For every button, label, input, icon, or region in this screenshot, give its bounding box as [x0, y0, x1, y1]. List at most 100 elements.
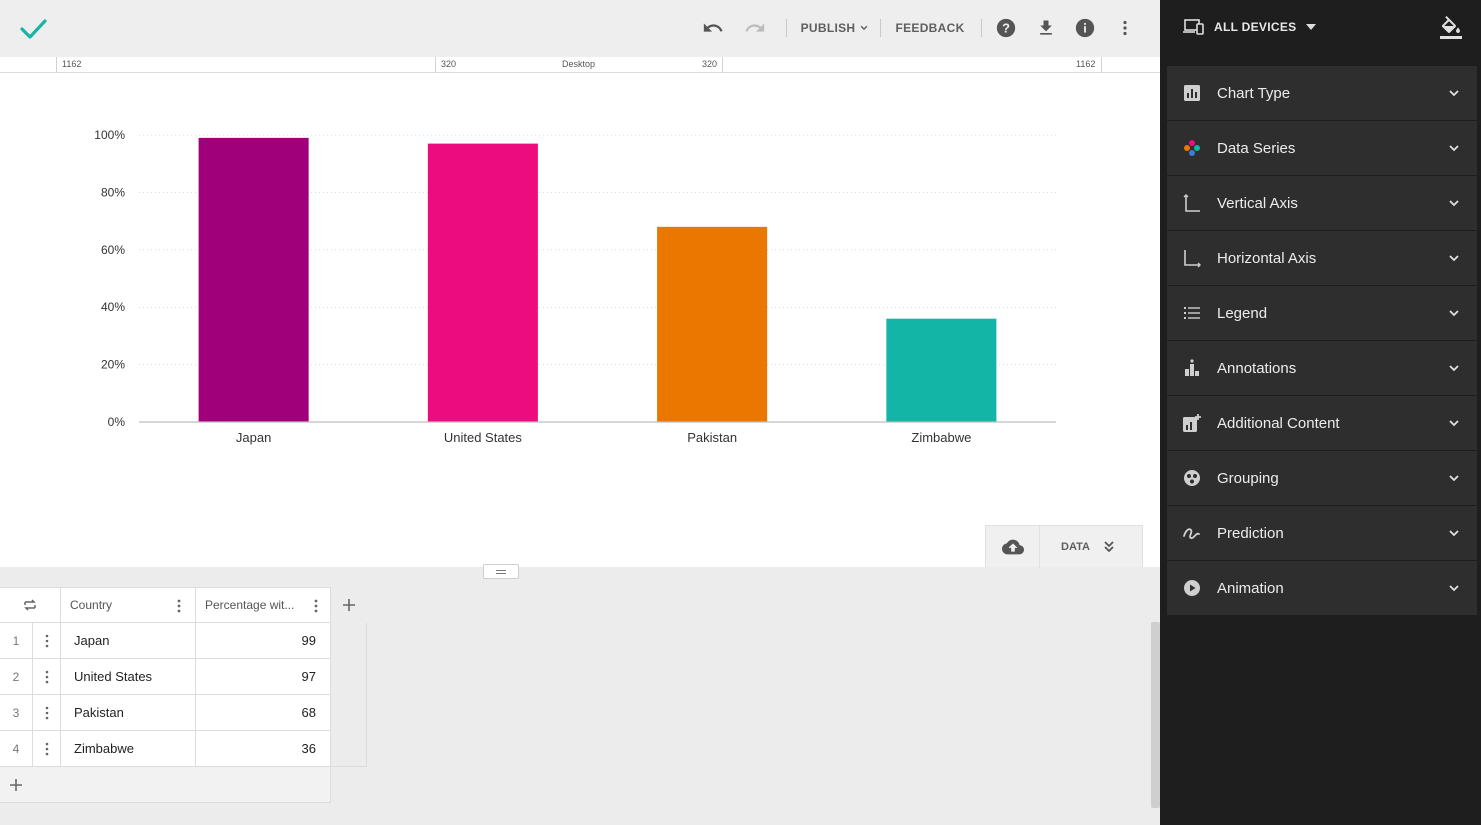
x-tick-label: Pakistan [687, 430, 737, 445]
x-tick-label: Japan [236, 430, 271, 445]
add-row-button[interactable] [8, 777, 24, 793]
plus-icon [10, 779, 22, 791]
panel-additional-content[interactable]: Additional Content [1167, 396, 1477, 451]
swap-rows-columns-button[interactable] [0, 587, 61, 623]
cell-value[interactable]: 36 [196, 731, 331, 767]
panel-label: Animation [1217, 579, 1284, 597]
undo-button[interactable] [700, 14, 726, 42]
help-button[interactable]: ? [994, 14, 1018, 42]
ruler-label: 320 [702, 59, 718, 69]
chevron-down-icon [1449, 200, 1459, 207]
bar [427, 143, 538, 423]
row-menu-button[interactable] [33, 659, 61, 695]
row-menu-button[interactable] [33, 731, 61, 767]
column-header-percentage[interactable]: Percentage wit... [196, 587, 331, 623]
play-circle-icon [1181, 577, 1203, 599]
download-icon [1040, 20, 1052, 35]
panel-chart-type[interactable]: Chart Type [1167, 66, 1477, 121]
top-toolbar: PUBLISH FEEDBACK ? [0, 0, 1160, 57]
download-button[interactable] [1034, 14, 1058, 42]
y-tick-label: 20% [101, 358, 125, 372]
additional-content-icon [1181, 412, 1203, 434]
settings-sidebar: ALL DEVICES Chart Type Data Series Verti… [1160, 0, 1481, 825]
publish-label: PUBLISH [800, 21, 856, 35]
x-tick-label: Zimbabwe [911, 430, 971, 445]
y-tick-label: 100% [94, 128, 125, 142]
sidebar-header: ALL DEVICES [1160, 0, 1481, 57]
settings-panels: Chart Type Data Series Vertical Axis Hor… [1167, 66, 1477, 616]
caret-down-icon [1306, 24, 1317, 30]
y-tick-label: 0% [108, 415, 126, 429]
panel-legend[interactable]: Legend [1167, 286, 1477, 341]
row-menu-button[interactable] [33, 623, 61, 659]
legend-icon [1181, 302, 1203, 324]
svg-text:?: ? [1002, 21, 1010, 36]
panel-animation[interactable]: Animation [1167, 561, 1477, 616]
cell-country[interactable]: Pakistan [61, 695, 196, 731]
column-menu-icon[interactable] [175, 598, 183, 614]
y-tick-label: 60% [101, 243, 125, 257]
chevron-down-icon [1449, 90, 1459, 97]
undo-icon [703, 23, 723, 32]
feedback-button[interactable]: FEEDBACK [895, 14, 964, 42]
cell-country[interactable]: Zimbabwe [61, 731, 196, 767]
device-selector-label: ALL DEVICES [1214, 20, 1297, 34]
panel-label: Grouping [1217, 469, 1279, 487]
add-column-button[interactable] [331, 587, 367, 623]
row-number: 2 [0, 659, 33, 695]
panel-resize-handle[interactable] [483, 564, 519, 579]
bar-chart: 0% 20% 40% 60% 80% 100% Japan United States Paki… [94, 128, 1056, 445]
double-chevron-down-icon[interactable] [1102, 539, 1116, 555]
device-selector[interactable]: ALL DEVICES [1182, 18, 1317, 36]
info-button[interactable] [1073, 14, 1097, 42]
cell-value[interactable]: 68 [196, 695, 331, 731]
redo-button[interactable] [742, 14, 768, 42]
cell-value[interactable]: 97 [196, 659, 331, 695]
add-row-bar [0, 767, 331, 803]
chevron-down-icon [860, 25, 868, 31]
toolbar-divider [981, 19, 982, 37]
ruler-tick [435, 57, 436, 73]
toolbar-divider [786, 19, 787, 37]
panel-grouping[interactable]: Grouping [1167, 451, 1477, 506]
chevron-down-icon [1449, 365, 1459, 372]
panel-data-series[interactable]: Data Series [1167, 121, 1477, 176]
y-tick-label: 40% [101, 300, 125, 314]
row-number: 1 [0, 623, 33, 659]
row-menu-button[interactable] [33, 695, 61, 731]
row-menu-icon [45, 742, 48, 755]
column-header-label: Country [70, 598, 113, 612]
ruler-device-label: Desktop [562, 59, 596, 69]
devices-icon [1183, 19, 1204, 35]
cell-country[interactable]: United States [61, 659, 196, 695]
plus-icon [343, 599, 355, 611]
row-menu-icon [45, 670, 48, 683]
column-header-country[interactable]: Country [61, 587, 196, 623]
device-ruler: 1162 320 Desktop 320 1162 [0, 57, 1160, 73]
upload-data-button[interactable] [986, 526, 1040, 568]
panel-label: Prediction [1217, 524, 1284, 542]
empty-column-area [331, 623, 367, 767]
panel-horizontal-axis[interactable]: Horizontal Axis [1167, 231, 1477, 286]
cell-country[interactable]: Japan [61, 623, 196, 659]
row-menu-icon [45, 706, 48, 719]
row-number: 3 [0, 695, 33, 731]
cell-value[interactable]: 99 [196, 623, 331, 659]
column-menu-icon[interactable] [312, 598, 320, 614]
panel-label: Horizontal Axis [1217, 249, 1317, 267]
paint-bucket-icon[interactable] [1439, 16, 1463, 40]
panel-label: Chart Type [1217, 84, 1291, 102]
more-options-button[interactable] [1115, 14, 1135, 42]
prediction-icon [1181, 522, 1203, 544]
panel-annotations[interactable]: Annotations [1167, 341, 1477, 396]
table-scrollbar[interactable] [1151, 622, 1160, 808]
panel-prediction[interactable]: Prediction [1167, 506, 1477, 561]
ruler-tick [1101, 57, 1102, 73]
x-tick-label: United States [444, 430, 523, 445]
panel-vertical-axis[interactable]: Vertical Axis [1167, 176, 1477, 231]
ruler-tick [722, 57, 723, 73]
data-toggle-label[interactable]: DATA [1061, 541, 1090, 553]
checkmark-icon[interactable] [18, 14, 48, 44]
publish-button[interactable]: PUBLISH [800, 14, 872, 42]
data-series-icon [1181, 137, 1203, 159]
